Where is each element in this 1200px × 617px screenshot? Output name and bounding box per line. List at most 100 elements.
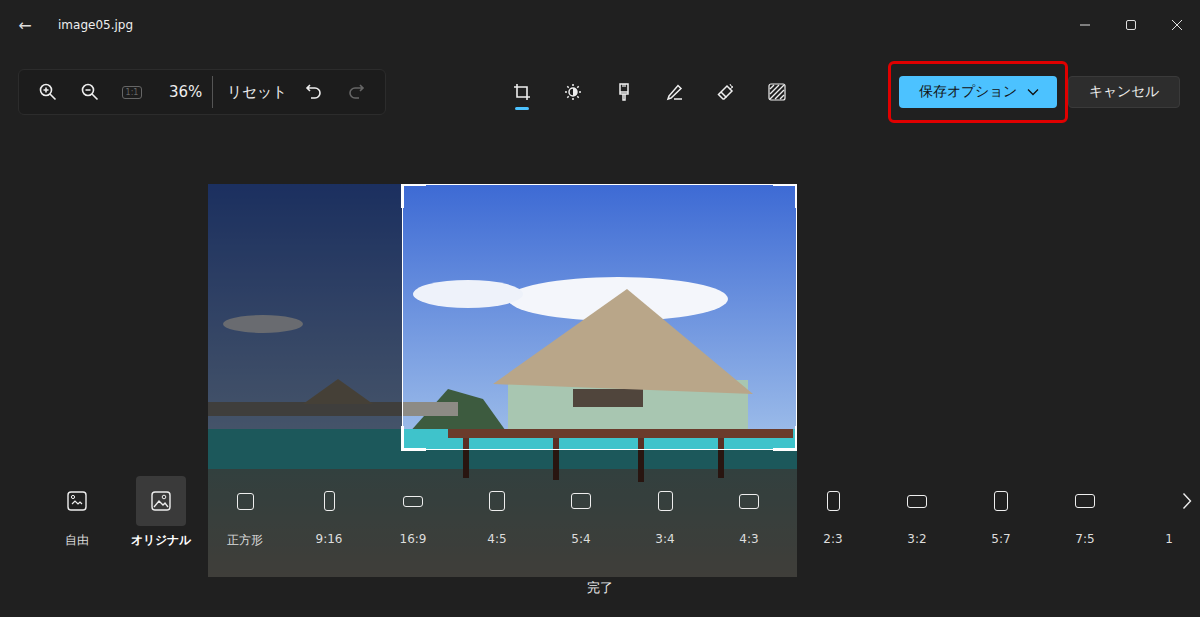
ratio-shape-icon (324, 491, 335, 511)
aspect-ratio-icon-box (640, 476, 690, 526)
aspect-ratio-option[interactable]: 4:5 (455, 476, 539, 549)
crop-handle[interactable] (773, 184, 797, 208)
chevron-right-icon (1182, 492, 1192, 510)
ratio-shape-icon (489, 491, 505, 511)
done-button[interactable]: 完了 (0, 579, 1200, 597)
filter-tool[interactable] (598, 72, 649, 112)
save-highlight: 保存オプション (888, 61, 1068, 123)
aspect-ratio-option[interactable]: 16:9 (371, 476, 455, 549)
redo-icon (347, 83, 365, 101)
zoom-out-icon (81, 83, 99, 101)
canvas: 自由 オリジナル正方形 9:16 16:9 4:5 5:4 3:4 4:3 2:3 3:2 5:7 7… (0, 134, 1200, 617)
edit-tools (496, 72, 802, 112)
actions: 保存オプション キャンセル (888, 61, 1180, 123)
ratio-shape-icon (1075, 494, 1095, 508)
window-title: image05.jpg (58, 18, 133, 32)
adjust-tool[interactable] (547, 72, 598, 112)
aspect-ratio-option[interactable]: 9:16 (287, 476, 371, 549)
minimize-icon (1079, 19, 1091, 31)
maximize-button[interactable] (1108, 0, 1154, 50)
window-controls (1062, 0, 1200, 50)
crop-handle[interactable] (773, 426, 797, 451)
aspect-ratio-label: 正方形 (227, 532, 263, 549)
aspect-ratio-icon-box (1060, 476, 1110, 526)
selected-tool-indicator (515, 107, 529, 110)
crop-frame[interactable] (402, 184, 797, 450)
aspect-ratio-option[interactable]: 3:4 (623, 476, 707, 549)
aspect-ratio-option[interactable]: 正方形 (203, 476, 287, 549)
separator (212, 76, 213, 108)
close-button[interactable] (1154, 0, 1200, 50)
free-crop-icon (67, 491, 87, 511)
aspect-ratio-label: 4:3 (739, 532, 758, 546)
ratio-shape-icon (907, 495, 927, 508)
ratio-shape-icon (739, 494, 759, 509)
aspect-ratio-option[interactable]: 2:3 (791, 476, 875, 549)
photo (208, 184, 797, 577)
undo-icon (305, 83, 323, 101)
zoom-in-icon (39, 83, 57, 101)
aspect-ratio-label: 3:4 (655, 532, 674, 546)
reset-button[interactable]: リセット (227, 83, 287, 102)
aspect-ratio-bar: 自由 オリジナル正方形 9:16 16:9 4:5 5:4 3:4 4:3 2:3 3:2 5:7 7… (0, 476, 1200, 558)
erase-tool[interactable] (700, 72, 751, 112)
chevron-down-icon (1027, 88, 1039, 96)
ratio-shape-icon (994, 491, 1008, 511)
ratio-shape-icon (237, 493, 254, 510)
crop-tool[interactable] (496, 72, 547, 112)
photo-image (208, 184, 797, 577)
aspect-ratio-list: 自由 オリジナル正方形 9:16 16:9 4:5 5:4 3:4 4:3 2:3 3:2 5:7 7… (0, 476, 1178, 549)
redo-button (335, 83, 377, 101)
crop-handle[interactable] (401, 426, 426, 451)
cancel-button[interactable]: キャンセル (1068, 76, 1180, 108)
crop-icon (513, 83, 531, 101)
markup-tool[interactable] (649, 72, 700, 112)
markup-pen-icon (666, 83, 684, 101)
ratio-shape-icon (403, 496, 423, 507)
aspect-ratio-option[interactable]: 自由 (35, 476, 119, 549)
aspect-ratio-label: 1 (1165, 532, 1173, 546)
aspect-ratio-icon-box (976, 476, 1026, 526)
aspect-ratio-icon-box (892, 476, 942, 526)
maximize-icon (1125, 19, 1137, 31)
back-button[interactable]: ← (0, 16, 50, 35)
ratio-shape-icon (658, 491, 673, 511)
zoom-group: 1:136%リセット (18, 69, 386, 115)
aspect-ratio-icon-box (52, 476, 102, 526)
aspect-ratio-label: 2:3 (823, 532, 842, 546)
aspect-ratio-icon-box (724, 476, 774, 526)
minimize-button[interactable] (1062, 0, 1108, 50)
brightness-icon (564, 83, 582, 101)
aspect-ratio-label: 9:16 (316, 532, 343, 546)
aspect-ratio-option[interactable]: オリジナル (119, 476, 203, 549)
aspect-ratio-option[interactable]: 3:2 (875, 476, 959, 549)
aspect-ratio-option[interactable]: 4:3 (707, 476, 791, 549)
aspect-ratio-label: 5:7 (991, 532, 1010, 546)
aspect-ratio-icon-box (1144, 476, 1178, 526)
aspect-ratio-label: 4:5 (487, 532, 506, 546)
aspect-ratio-label: 16:9 (400, 532, 427, 546)
background-tool[interactable] (751, 72, 802, 112)
ratio-shape-icon (571, 493, 591, 509)
aspect-ratio-option[interactable]: 7:5 (1043, 476, 1127, 549)
actual-size-label: 1:1 (122, 86, 143, 99)
aspect-ratio-option[interactable]: 1 (1127, 476, 1178, 549)
original-image-icon (151, 491, 171, 511)
aspect-ratio-icon-box (556, 476, 606, 526)
crop-handle[interactable] (401, 184, 426, 208)
toolbar: 1:136%リセット 保存オプション キャンセル (0, 50, 1200, 134)
aspect-ratio-option[interactable]: 5:7 (959, 476, 1043, 549)
aspect-ratio-icon-box (220, 476, 270, 526)
ratio-shape-icon (827, 491, 840, 511)
aspect-ratio-option[interactable]: 5:4 (539, 476, 623, 549)
scroll-right-button[interactable] (1182, 492, 1192, 514)
photos-editor-window: ← image05.jpg 1:136%リセット 保存オプション キャンセル自由 オリジナ… (0, 0, 1200, 617)
aspect-ratio-label: 5:4 (571, 532, 590, 546)
save-options-label: 保存オプション (919, 83, 1017, 101)
aspect-ratio-icon-box (388, 476, 438, 526)
aspect-ratio-label: 自由 (65, 532, 89, 549)
zoom-out-button[interactable] (69, 83, 111, 101)
zoom-in-button[interactable] (27, 83, 69, 101)
undo-button[interactable] (293, 83, 335, 101)
save-options-button[interactable]: 保存オプション (899, 76, 1057, 108)
